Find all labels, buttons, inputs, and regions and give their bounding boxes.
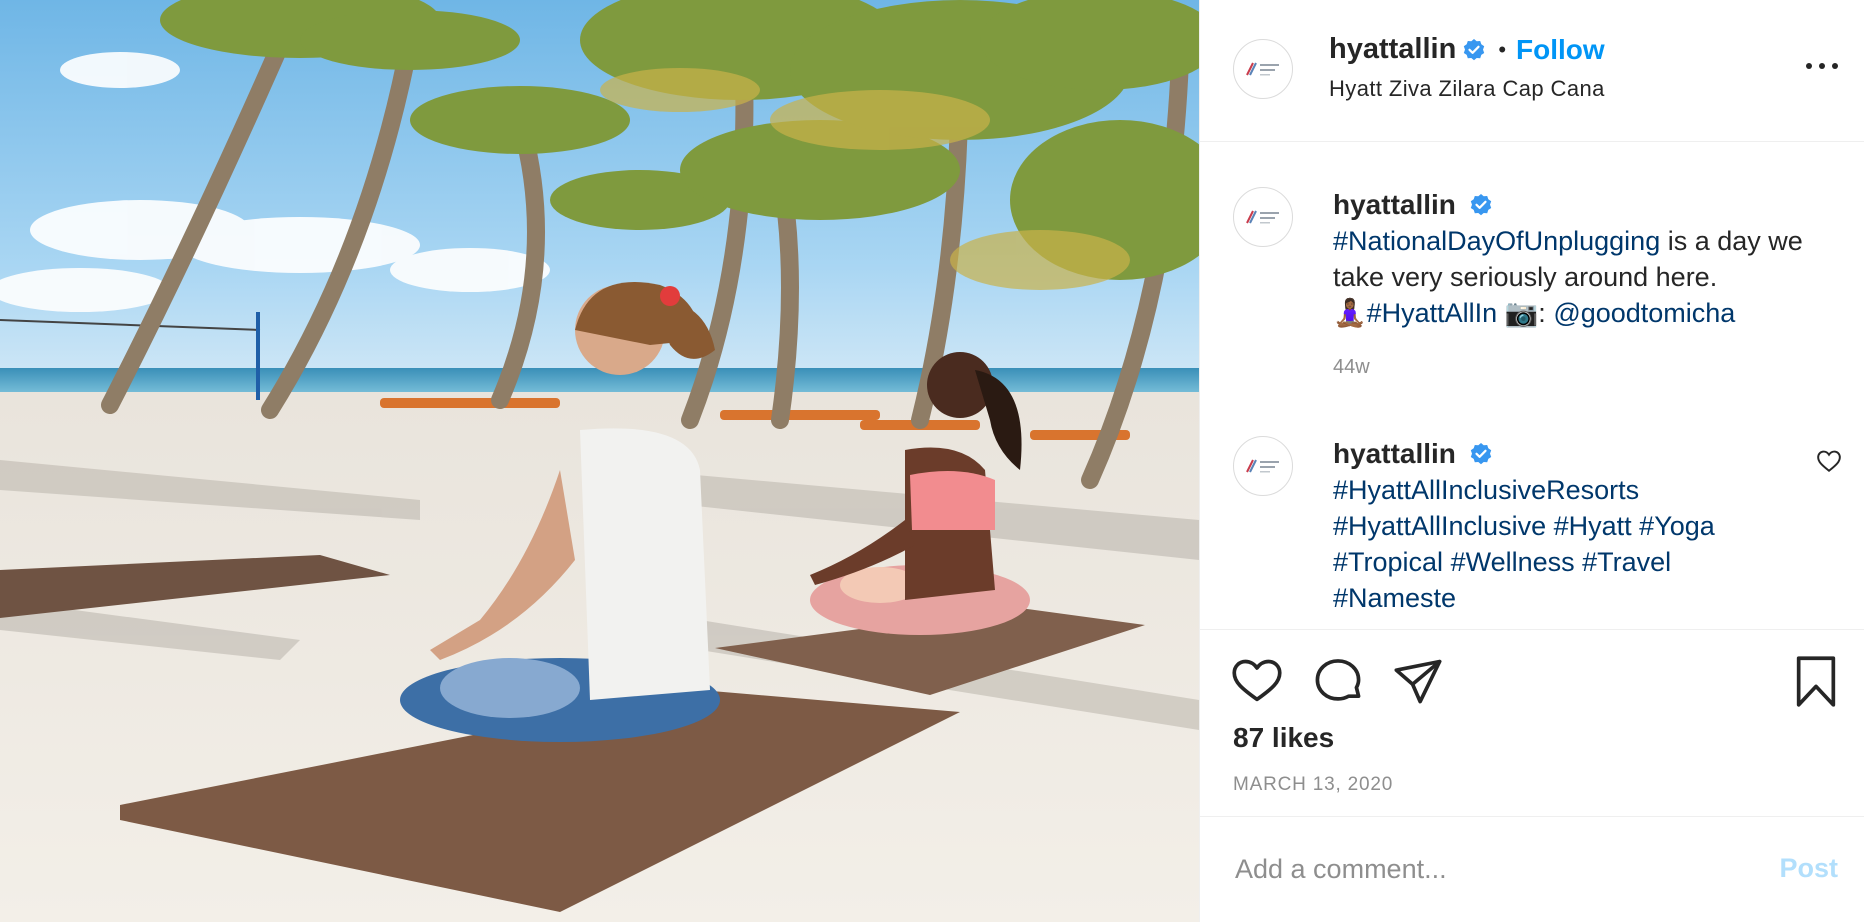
avatar[interactable] xyxy=(1233,436,1293,496)
post-comment-button[interactable]: Post xyxy=(1779,853,1838,884)
hashtag-link[interactable]: #Nameste xyxy=(1333,583,1456,613)
comment-input[interactable] xyxy=(1233,845,1737,893)
heart-icon[interactable] xyxy=(1231,655,1283,707)
paper-plane-icon[interactable] xyxy=(1392,655,1444,707)
avatar[interactable] xyxy=(1233,39,1293,99)
comment-text: #NationalDayOfUnplugging is a day we tak… xyxy=(1333,223,1844,331)
comment-username[interactable]: hyattallin xyxy=(1333,438,1456,469)
more-options-icon[interactable] xyxy=(1806,58,1838,74)
verified-badge-icon xyxy=(1464,38,1485,60)
comment-bubble-icon[interactable] xyxy=(1312,655,1364,707)
hashtag-link[interactable]: @goodtomicha xyxy=(1553,298,1735,328)
hyatt-logo-icon xyxy=(1246,62,1279,76)
hyatt-logo-icon xyxy=(1246,459,1279,473)
hashtag-link[interactable]: #NationalDayOfUnplugging xyxy=(1333,226,1660,256)
comment-body: hyattallin #HyattAllInclusiveResorts #Hy… xyxy=(1333,436,1784,616)
comment-body: hyattallin #NationalDayOfUnplugging is a… xyxy=(1333,187,1844,385)
comment-text: #HyattAllInclusiveResorts #HyattAllInclu… xyxy=(1333,472,1784,616)
instagram-post: hyattallin • Follow Hyatt Ziva Zilara Ca… xyxy=(0,0,1864,922)
post-header: hyattallin • Follow Hyatt Ziva Zilara Ca… xyxy=(1200,0,1864,142)
verified-badge-icon xyxy=(1471,194,1492,216)
add-comment-bar: Post xyxy=(1200,816,1864,923)
username-link[interactable]: hyattallin xyxy=(1329,33,1456,66)
comment-text-fragment xyxy=(1443,547,1451,577)
avatar[interactable] xyxy=(1233,187,1293,247)
comment-username[interactable]: hyattallin xyxy=(1333,189,1456,220)
post-date[interactable]: MARCH 13, 2020 xyxy=(1233,774,1393,796)
hyatt-logo-icon xyxy=(1246,210,1279,224)
comments-list[interactable]: hyattallin #NationalDayOfUnplugging is a… xyxy=(1200,142,1864,628)
likes-count[interactable]: 87 likes xyxy=(1233,722,1334,754)
post-actions: 87 likes MARCH 13, 2020 xyxy=(1200,629,1864,817)
hashtag-link[interactable]: #Hyatt xyxy=(1554,511,1632,541)
separator-dot: • xyxy=(1498,36,1507,62)
comment-like-heart-icon[interactable] xyxy=(1816,448,1842,474)
beach-yoga-photo xyxy=(0,0,1199,922)
comment-text-fragment xyxy=(1546,511,1554,541)
bookmark-icon[interactable] xyxy=(1790,655,1842,707)
post-sidebar: hyattallin • Follow Hyatt Ziva Zilara Ca… xyxy=(1199,0,1864,922)
hashtag-link[interactable]: #Yoga xyxy=(1639,511,1715,541)
follow-button[interactable]: Follow xyxy=(1516,34,1605,66)
post-photo[interactable] xyxy=(0,0,1199,922)
hashtag-link[interactable]: #HyattAllInclusiveResorts xyxy=(1333,475,1639,505)
header-line: hyattallin • Follow xyxy=(1329,33,1605,66)
comment-text-fragment xyxy=(1575,547,1583,577)
comment-text-fragment: 📷: xyxy=(1497,298,1554,328)
verified-badge-icon xyxy=(1471,443,1492,465)
hashtag-link[interactable]: #Wellness xyxy=(1451,547,1575,577)
hashtag-link[interactable]: #Tropical xyxy=(1333,547,1443,577)
hashtag-link[interactable]: #HyattAllIn xyxy=(1367,298,1498,328)
hashtag-link[interactable]: #HyattAllInclusive xyxy=(1333,511,1546,541)
comment-timestamp[interactable]: 44w xyxy=(1333,349,1844,385)
hashtag-link[interactable]: #Travel xyxy=(1582,547,1671,577)
comment-text-fragment: 🧘🏾‍♀️ xyxy=(1333,298,1367,328)
location-link[interactable]: Hyatt Ziva Zilara Cap Cana xyxy=(1329,76,1605,102)
